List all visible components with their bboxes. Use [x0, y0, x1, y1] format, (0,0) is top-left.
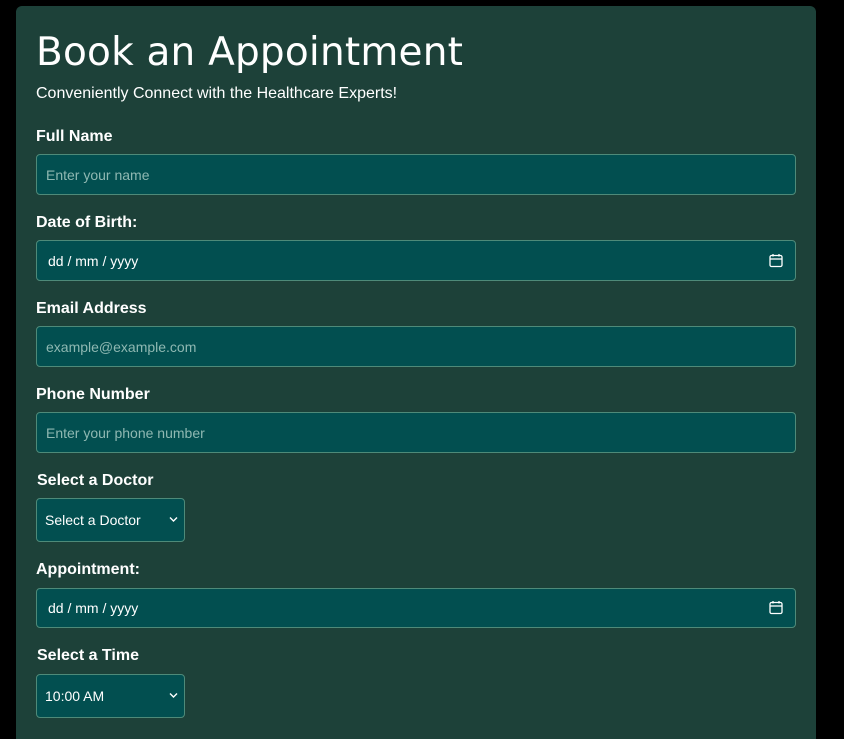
chevron-down-icon — [169, 693, 178, 698]
date-of-birth-value: dd / mm / yyyy — [48, 252, 139, 269]
full-name-input[interactable]: Enter your name — [36, 154, 796, 195]
page-subtitle: Conveniently Connect with the Healthcare… — [36, 85, 398, 102]
doctor-select-value: Select a Doctor — [45, 512, 141, 528]
appointment-date-value: dd / mm / yyyy — [48, 600, 139, 616]
date-of-birth-label: Date of Birth: — [36, 214, 138, 231]
email-placeholder: example@example.com — [46, 338, 197, 355]
phone-input[interactable]: Enter your phone number — [36, 412, 796, 453]
time-select-value: 10:00 AM — [45, 688, 105, 704]
full-name-label: Full Name — [36, 128, 113, 145]
page-title: Book an Appointment — [36, 30, 464, 75]
appointment-label: Appointment: — [36, 561, 140, 578]
time-select[interactable]: 10:00 AM — [36, 674, 185, 718]
phone-label: Phone Number — [36, 386, 150, 403]
calendar-icon[interactable] — [769, 253, 783, 268]
email-label: Email Address — [36, 300, 147, 317]
appointment-form-card: Book an Appointment Conveniently Connect… — [16, 6, 816, 739]
email-input[interactable]: example@example.com — [36, 326, 796, 367]
calendar-icon[interactable] — [769, 600, 783, 615]
date-of-birth-input[interactable]: dd / mm / yyyy — [36, 240, 796, 281]
phone-placeholder: Enter your phone number — [46, 424, 205, 441]
appointment-date-input[interactable]: dd / mm / yyyy — [36, 588, 796, 628]
doctor-select[interactable]: Select a Doctor — [36, 498, 185, 542]
doctor-label: Select a Doctor — [37, 472, 154, 489]
full-name-placeholder: Enter your name — [46, 166, 150, 183]
chevron-down-icon — [169, 517, 178, 522]
time-label: Select a Time — [37, 647, 139, 664]
